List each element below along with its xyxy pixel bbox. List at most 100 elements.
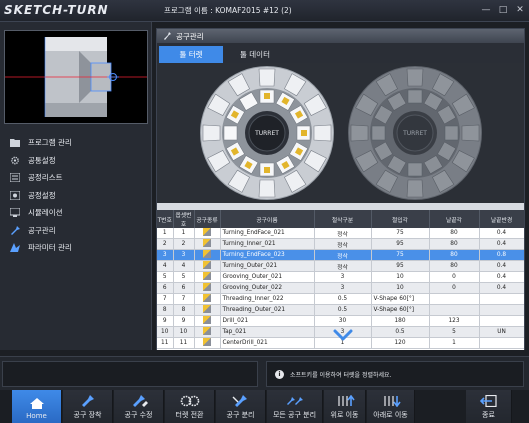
table-cell: Tap_021: [220, 326, 315, 339]
table-cell: 95: [371, 260, 430, 273]
column-header[interactable]: 공구종류: [194, 210, 221, 228]
tool-icon: [11, 225, 20, 235]
minimize-icon[interactable]: —: [481, 5, 491, 15]
table-cell: [429, 293, 480, 306]
sidebar-item-label: 프로그램 관리: [28, 138, 72, 148]
sidebar-item-label: 공정리스트: [28, 173, 63, 183]
table-cell: [479, 304, 524, 317]
table-cell: 0: [429, 271, 480, 284]
table-cell: 95: [371, 238, 430, 251]
column-header[interactable]: 날끝각: [429, 210, 480, 228]
scroll-down-icon[interactable]: [333, 328, 353, 342]
tool-insert-icon: [203, 283, 211, 292]
table-row[interactable]: 8 8 Threading_Outer_021 0.5 V-Shape 60[°]: [157, 304, 524, 317]
table-cell: 5: [429, 326, 480, 339]
table-cell: 11: [157, 337, 174, 350]
table-cell: Turning_Outer_021: [220, 260, 315, 273]
active-turret-label: TURRET: [254, 130, 279, 137]
table-cell: 6: [173, 282, 195, 295]
status-message: i 소프트키를 이용하여 터렛을 정렬하세요.: [266, 361, 524, 387]
process-settings-icon: [10, 190, 20, 200]
tool-insert-icon: [203, 327, 211, 336]
tool-management-panel: 공구관리 툴 터렛 툴 데이터 TURRET TURRET T번호 옵셋번호 공…: [156, 28, 525, 350]
column-header[interactable]: T번호: [157, 210, 174, 228]
tool-type-icon: [194, 260, 221, 273]
sidebar-item-process-list[interactable]: 공정리스트: [6, 169, 146, 187]
home-icon: [29, 398, 44, 409]
active-turret[interactable]: TURRET: [200, 66, 334, 200]
tool-preview-viewport: [4, 30, 148, 124]
turret-view: TURRET TURRET: [157, 63, 524, 203]
table-cell: 0.4: [479, 282, 524, 295]
column-header[interactable]: 절삭구분: [314, 210, 372, 228]
tool-table: T번호 옵셋번호 공구종류 공구이름 절삭구분 절입각 날끝각 날끝반경 11 T…: [157, 210, 524, 350]
tool-type-icon: [194, 238, 221, 251]
table-cell: Drill_021: [220, 315, 315, 328]
tool-detach-button[interactable]: 공구 분리: [216, 390, 266, 423]
table-row[interactable]: 3 3 Turning_EndFace_023 정삭 75 80 0.8: [157, 249, 524, 262]
table-cell: 80: [429, 249, 480, 262]
column-header[interactable]: 날끝반경: [479, 210, 524, 228]
table-row[interactable]: 1 1 Turning_EndFace_021 정삭 75 80 0.4: [157, 228, 524, 240]
panel-header: 공구관리: [157, 29, 524, 43]
exit-button[interactable]: 종료: [466, 390, 512, 423]
parameter-icon: [10, 243, 20, 253]
close-icon[interactable]: ✕: [515, 5, 525, 15]
table-cell: 10: [371, 282, 430, 295]
column-header[interactable]: 공구이름: [220, 210, 315, 228]
gear-icon: [11, 156, 19, 165]
table-row[interactable]: 7 7 Threading_Inner_022 0.5 V-Shape 60[°]: [157, 293, 524, 306]
sidebar-item-label: 공통설정: [28, 155, 56, 165]
table-cell: 1: [173, 228, 195, 240]
restore-icon[interactable]: □: [498, 5, 508, 15]
table-cell: 8: [157, 304, 174, 317]
move-up-button[interactable]: 위로 이동: [324, 390, 366, 423]
sidebar-item-label: 파라미터 관리: [28, 243, 72, 253]
table-row[interactable]: 2 2 Turning_Inner_021 정삭 95 80 0.4: [157, 238, 524, 251]
table-cell: 정삭: [314, 249, 372, 262]
column-header[interactable]: 절입각: [371, 210, 430, 228]
sidebar-item-tool-management[interactable]: 공구관리: [6, 222, 146, 240]
table-row[interactable]: 5 5 Grooving_Outer_021 3 10 0 0.4: [157, 271, 524, 284]
tab-tool-turret[interactable]: 툴 터렛: [159, 46, 223, 63]
table-row[interactable]: 9 9 Drill_021 30 180 123: [157, 315, 524, 328]
sidebar-item-program-management[interactable]: 프로그램 관리: [6, 134, 146, 152]
table-row[interactable]: 6 6 Grooving_Outer_022 3 10 0 0.4: [157, 282, 524, 295]
tool-type-icon: [194, 249, 221, 262]
table-cell: Turning_EndFace_021: [220, 228, 315, 240]
table-cell: 3: [173, 249, 195, 262]
app-logo: SKETCH-TURN: [4, 3, 109, 17]
column-header[interactable]: 옵셋번호: [173, 210, 195, 228]
tool-mount-button[interactable]: 공구 장착: [63, 390, 113, 423]
table-cell: 0.5: [314, 304, 372, 317]
table-cell: [479, 315, 524, 328]
table-cell: 0.8: [479, 249, 524, 262]
turret-switch-button[interactable]: 터렛 전환: [165, 390, 215, 423]
inactive-turret[interactable]: TURRET: [348, 66, 482, 200]
detach-all-button[interactable]: 모든 공구 분리: [267, 390, 323, 423]
sidebar-item-process-settings[interactable]: 공정설정: [6, 187, 146, 205]
move-up-icon: [337, 395, 355, 406]
tab-tool-data[interactable]: 툴 데이터: [223, 46, 287, 63]
tool-insert-icon: [203, 261, 211, 270]
table-cell: 8: [173, 304, 195, 317]
tool-insert-icon: [203, 250, 211, 259]
input-message-area: [2, 361, 258, 387]
home-button[interactable]: Home: [12, 390, 62, 423]
table-cell: 3: [314, 271, 372, 284]
tool-insert-icon: [203, 272, 211, 281]
sidebar-item-simulation[interactable]: 시뮬레이션: [6, 204, 146, 222]
table-cell: [479, 337, 524, 350]
table-cell: 정삭: [314, 260, 372, 273]
sidebar-item-common-settings[interactable]: 공통설정: [6, 152, 146, 170]
sidebar-item-parameter-management[interactable]: 파라미터 관리: [6, 239, 146, 257]
table-cell: 80: [429, 238, 480, 251]
tab-bar: 툴 터렛 툴 데이터: [157, 43, 524, 63]
table-cell: 1: [157, 228, 174, 240]
tool-type-icon: [194, 315, 221, 328]
move-down-button[interactable]: 아래로 이동: [367, 390, 415, 423]
table-cell: [479, 293, 524, 306]
tool-edit-button[interactable]: 공구 수정: [114, 390, 164, 423]
table-row[interactable]: 4 4 Turning_Outer_021 정삭 95 80 0.4: [157, 260, 524, 273]
detach-all-icon: [286, 397, 303, 405]
